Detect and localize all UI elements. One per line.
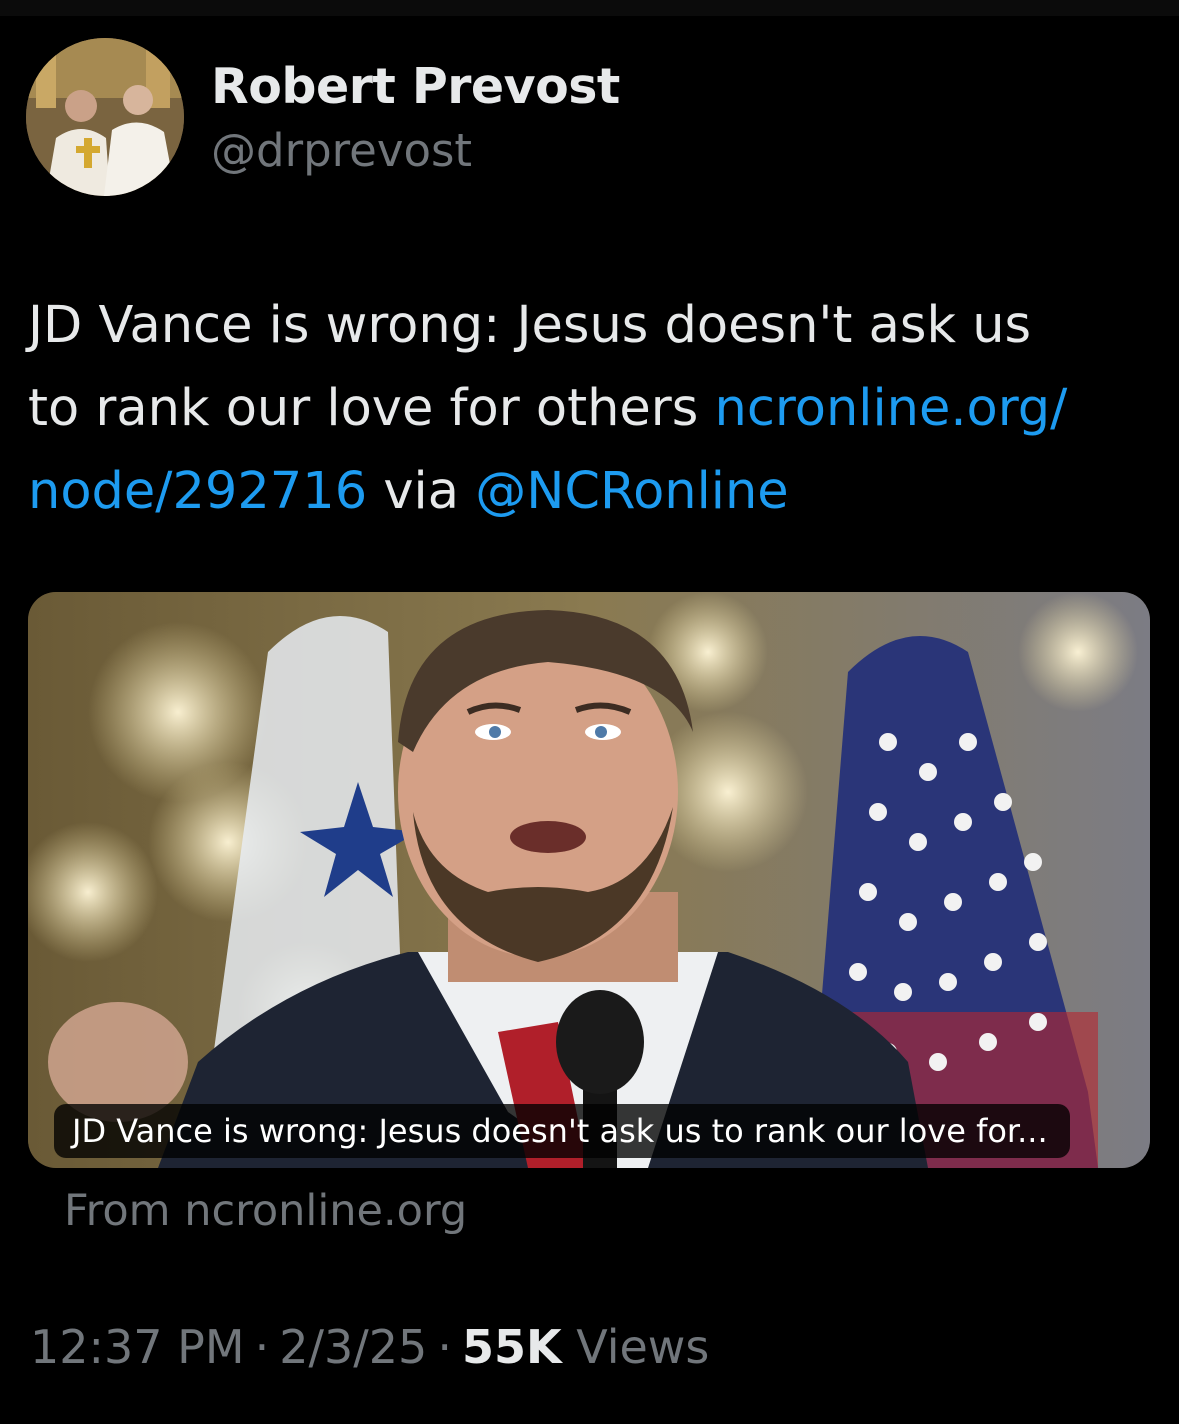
tweet-date[interactable]: 2/3/25	[279, 1320, 427, 1374]
link-preview-card[interactable]: JD Vance is wrong: Jesus doesn't ask us …	[28, 592, 1150, 1168]
tweet-text-line: to rank our love for others ncronline.or…	[28, 367, 1148, 450]
author-handle[interactable]: @drprevost	[211, 124, 472, 177]
author-display-name[interactable]: Robert Prevost	[211, 58, 620, 115]
tweet-header: Robert Prevost @drprevost	[26, 38, 1146, 198]
author-avatar[interactable]	[26, 38, 184, 196]
views-label: Views	[576, 1320, 710, 1374]
mention-link[interactable]: @NCRonline	[475, 462, 788, 521]
tweet-body: JD Vance is wrong: Jesus doesn't ask us …	[28, 284, 1148, 533]
tweet-text-line: JD Vance is wrong: Jesus doesn't ask us	[28, 296, 1032, 355]
tweet-text-line: node/292716 via @NCRonline	[28, 450, 1148, 533]
tweet-meta: 12:37 PM · 2/3/25 · 55K Views	[30, 1320, 709, 1374]
tweet-time[interactable]: 12:37 PM	[30, 1320, 245, 1374]
meta-separator: ·	[437, 1320, 452, 1374]
article-link[interactable]: ncronline.org/	[715, 379, 1068, 438]
tweet-text-fragment: to rank our love for others	[28, 379, 715, 438]
meta-separator: ·	[254, 1320, 270, 1374]
views-count[interactable]: 55K	[462, 1320, 562, 1374]
card-title: JD Vance is wrong: Jesus doesn't ask us …	[54, 1104, 1070, 1158]
article-link-continued[interactable]: node/292716	[28, 462, 367, 521]
card-source[interactable]: From ncronline.org	[64, 1186, 467, 1236]
card-image	[28, 592, 1150, 1168]
avatar-photo-icon	[26, 38, 184, 196]
status-strip	[0, 0, 1179, 16]
tweet-text-fragment: via	[367, 462, 476, 521]
